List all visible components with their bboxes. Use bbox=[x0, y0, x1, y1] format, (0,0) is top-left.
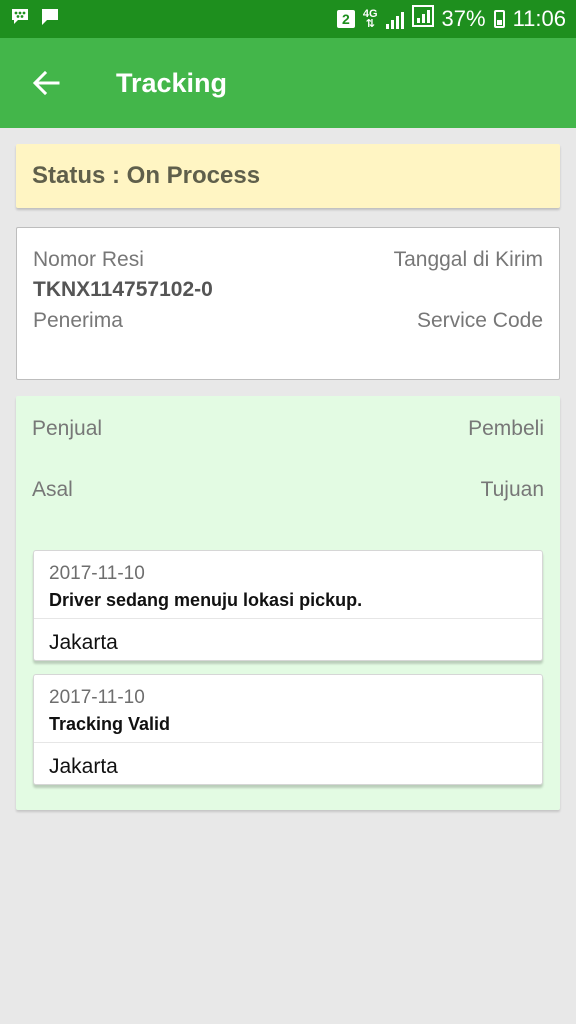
penerima-row: Penerima Service Code bbox=[33, 309, 543, 333]
resi-row: Nomor Resi Tanggal di Kirim bbox=[33, 248, 543, 272]
app-bar: Tracking bbox=[0, 38, 576, 128]
status-bar: 2 4G ⇅ 37% 11:06 bbox=[0, 0, 576, 38]
origin-destination-row: Asal Tujuan bbox=[32, 478, 544, 502]
divider bbox=[34, 742, 542, 743]
sim-badge: 2 bbox=[336, 10, 355, 28]
network-type: 4G ⇅ bbox=[362, 8, 378, 30]
message-icon bbox=[40, 8, 60, 31]
tracking-message: Tracking Valid bbox=[49, 714, 171, 734]
battery-icon bbox=[493, 10, 505, 28]
page-title: Tracking bbox=[116, 67, 228, 98]
tracking-item[interactable]: 2017-11-10 Tracking Valid Jakarta bbox=[33, 674, 543, 785]
arrow-back-icon bbox=[32, 70, 60, 96]
clock: 11:06 bbox=[512, 6, 566, 31]
tracking-date: 2017-11-10 bbox=[49, 563, 145, 584]
penjual-label: Penjual bbox=[32, 417, 103, 440]
penerima-label: Penerima bbox=[33, 309, 123, 332]
signal-2-icon bbox=[411, 5, 434, 33]
tracking-city: Jakarta bbox=[49, 755, 118, 778]
divider bbox=[34, 618, 542, 619]
network-label: 4G bbox=[362, 8, 378, 20]
signal-icon bbox=[385, 9, 404, 29]
seller-buyer-row: Penjual Pembeli bbox=[32, 417, 544, 441]
battery-percent: 37% bbox=[441, 6, 486, 31]
status-card: Status : On Process bbox=[16, 144, 560, 208]
nomor-resi-value: TKNX114757102-0 bbox=[33, 278, 213, 301]
tracking-message: Driver sedang menuju lokasi pickup. bbox=[49, 590, 363, 610]
tujuan-label: Tujuan bbox=[480, 478, 544, 501]
tracking-item[interactable]: 2017-11-10 Driver sedang menuju lokasi p… bbox=[33, 550, 543, 661]
bbm-icon bbox=[10, 8, 30, 31]
shipment-info-card: Nomor Resi Tanggal di Kirim TKNX11475710… bbox=[16, 227, 560, 380]
route-card: Penjual Pembeli Asal Tujuan 2017-11-10 D… bbox=[16, 396, 560, 810]
tracking-city: Jakarta bbox=[49, 631, 118, 654]
tracking-date: 2017-11-10 bbox=[49, 687, 145, 708]
tanggal-label: Tanggal di Kirim bbox=[393, 248, 543, 271]
pembeli-label: Pembeli bbox=[468, 417, 544, 440]
service-code-label: Service Code bbox=[416, 309, 543, 332]
asal-label: Asal bbox=[32, 478, 73, 501]
nomor-resi-label: Nomor Resi bbox=[33, 248, 144, 271]
back-button[interactable] bbox=[24, 61, 68, 105]
status-text: Status : On Process bbox=[32, 162, 261, 189]
